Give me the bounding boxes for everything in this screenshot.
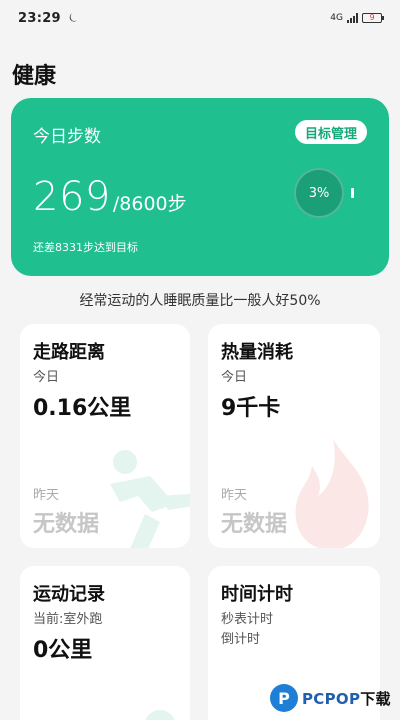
pcpop-brand-text: PCPOP下载 bbox=[302, 688, 391, 709]
workout-card[interactable]: 运动记录 当前:室外跑 0公里 bbox=[20, 566, 190, 720]
pcpop-logo-icon: P bbox=[270, 684, 298, 712]
workout-value: 0公里 bbox=[33, 638, 93, 663]
distance-yesterday-label: 昨天 bbox=[33, 488, 60, 503]
distance-card[interactable]: 走路距离 今日 0.16公里 昨天 无数据 bbox=[20, 324, 190, 548]
workout-current: 当前:室外跑 bbox=[33, 612, 103, 627]
calories-yesterday-value: 无数据 bbox=[221, 512, 288, 537]
workout-title: 运动记录 bbox=[33, 584, 105, 605]
calories-title: 热量消耗 bbox=[221, 342, 293, 363]
brand-name-suffix: 下载 bbox=[360, 689, 391, 708]
running-figure-icon bbox=[110, 450, 190, 548]
calories-card[interactable]: 热量消耗 今日 9千卡 昨天 无数据 bbox=[208, 324, 380, 548]
workout-decoration-icon bbox=[145, 710, 175, 720]
timer-title: 时间计时 bbox=[221, 584, 293, 605]
do-not-disturb-icon: ⏾ bbox=[68, 11, 78, 24]
steps-value: 269 /8600步 bbox=[33, 174, 187, 220]
steps-progress-ring: 3% bbox=[294, 168, 344, 218]
goal-manage-button[interactable]: 目标管理 bbox=[294, 120, 367, 144]
pcpop-watermark: P PCPOP下载 bbox=[270, 684, 391, 712]
distance-today-label: 今日 bbox=[33, 370, 60, 385]
status-bar: 23:29 ⏾ 4G 9 bbox=[0, 0, 400, 36]
steps-remaining: 还差8331步达到目标 bbox=[33, 241, 138, 254]
steps-count: 269 bbox=[33, 174, 111, 220]
network-type: 4G bbox=[330, 13, 343, 23]
calories-today-label: 今日 bbox=[221, 370, 248, 385]
steps-title: 今日步数 bbox=[33, 127, 101, 147]
status-time: 23:29 bbox=[18, 10, 61, 26]
distance-title: 走路距离 bbox=[33, 342, 105, 363]
steps-target: /8600步 bbox=[112, 193, 187, 215]
progress-ring-tick bbox=[351, 188, 354, 198]
calories-yesterday-label: 昨天 bbox=[221, 488, 248, 503]
signal-icon bbox=[347, 13, 358, 23]
distance-today-value: 0.16公里 bbox=[33, 396, 132, 421]
flame-icon bbox=[295, 439, 369, 548]
status-right: 4G 9 bbox=[330, 13, 384, 23]
health-tip: 经常运动的人睡眠质量比一般人好50% bbox=[79, 293, 321, 309]
calories-today-value: 9千卡 bbox=[221, 396, 281, 421]
page-title: 健康 bbox=[12, 64, 57, 89]
battery-icon: 9 bbox=[362, 13, 384, 23]
countdown-link[interactable]: 倒计时 bbox=[221, 628, 260, 647]
brand-name-prefix: PCPOP bbox=[302, 689, 361, 708]
stopwatch-link[interactable]: 秒表计时 bbox=[221, 608, 273, 627]
distance-yesterday-value: 无数据 bbox=[33, 512, 100, 537]
